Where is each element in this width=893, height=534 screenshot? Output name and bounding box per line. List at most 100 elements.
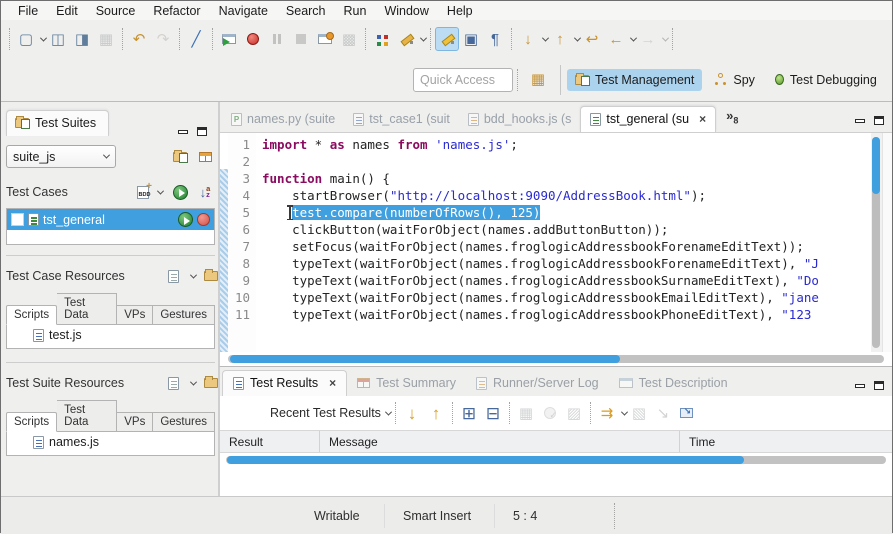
menu-help[interactable]: Help	[438, 3, 482, 19]
tab-vps[interactable]: VPs	[117, 305, 153, 325]
tab-scripts[interactable]: Scripts	[6, 305, 57, 325]
highlight-object-button[interactable]	[435, 27, 459, 51]
chevron-down-icon[interactable]	[190, 271, 197, 278]
menu-navigate[interactable]: Navigate	[210, 3, 277, 19]
close-icon[interactable]: ×	[329, 376, 336, 390]
jump-to-button[interactable]: ⇉	[595, 401, 619, 425]
chevron-down-icon[interactable]	[190, 378, 197, 385]
launch-aut-button[interactable]	[313, 27, 337, 51]
column-header-time[interactable]: Time	[680, 431, 892, 452]
object-map-button[interactable]	[370, 27, 394, 51]
results-tab-test-summary[interactable]: Test Summary	[347, 371, 466, 396]
last-edit-location-button[interactable]: ↩	[580, 27, 604, 51]
column-header-result[interactable]: Result	[220, 431, 320, 452]
new-test-suite-button[interactable]: ▢	[14, 27, 38, 51]
previous-annotation-button[interactable]: ↑	[548, 27, 572, 51]
new-resource-button[interactable]	[163, 373, 183, 393]
menu-edit[interactable]: Edit	[47, 3, 87, 19]
menu-run[interactable]: Run	[335, 3, 376, 19]
run-test-case-button[interactable]	[170, 182, 190, 202]
jump-to-icon: ⇉	[601, 406, 614, 421]
menu-file[interactable]: File	[9, 3, 47, 19]
tab-test-data[interactable]: Test Data	[57, 293, 117, 325]
stop-test-case-icon[interactable]	[197, 213, 210, 226]
code-line: clickButton(waitForObject(names.addButto…	[262, 221, 871, 238]
menu-source[interactable]: Source	[87, 3, 145, 19]
editor-tab-bdd_hooks.js[interactable]: bdd_hooks.js (s	[459, 107, 581, 132]
file-item[interactable]: names.js	[7, 432, 214, 452]
perspective-test-management[interactable]: Test Management	[567, 69, 702, 91]
maximize-view-icon[interactable]	[197, 127, 207, 136]
results-horizontal-scrollbar[interactable]	[220, 453, 892, 467]
code-token: "Do	[796, 273, 819, 288]
editor-horizontal-scrollbar[interactable]	[220, 352, 892, 366]
export-results-button: ▧	[627, 401, 651, 425]
minimize-view-icon[interactable]	[178, 130, 188, 134]
tab-test-data[interactable]: Test Data	[57, 400, 117, 432]
open-resource-folder-button[interactable]	[201, 266, 221, 286]
menu-search[interactable]: Search	[277, 3, 335, 19]
tab-vps[interactable]: VPs	[117, 412, 153, 432]
next-failure-button[interactable]: ↓	[400, 401, 424, 425]
import-resource-button[interactable]: ◨	[70, 27, 94, 51]
back-button[interactable]: ←	[604, 27, 628, 51]
perspective-test-debugging[interactable]: Test Debugging	[767, 69, 885, 91]
test-case-name: tst_general	[43, 213, 174, 227]
previous-failure-button[interactable]: ↑	[424, 401, 448, 425]
suite-selector[interactable]: suite_js	[6, 145, 116, 168]
minimize-view-icon[interactable]	[855, 119, 865, 123]
open-perspective-button[interactable]: ▦	[526, 68, 550, 92]
recent-results-dropdown[interactable]: Recent Test Results	[270, 406, 381, 420]
import-results-button[interactable]	[675, 401, 699, 425]
new-resource-button[interactable]	[163, 266, 183, 286]
expand-all-button[interactable]: ⊞	[457, 401, 481, 425]
record-test-case-button[interactable]	[241, 27, 265, 51]
minimize-view-icon[interactable]	[855, 384, 865, 388]
sort-test-cases-button[interactable]: ↓az	[195, 182, 215, 202]
tab-gestures[interactable]: Gestures	[153, 305, 215, 325]
maximize-view-icon[interactable]	[874, 116, 884, 125]
menu-refactor[interactable]: Refactor	[144, 3, 209, 19]
test-suites-view-tab[interactable]: Test Suites	[6, 110, 109, 136]
results-tab-test-results[interactable]: Test Results×	[222, 370, 347, 396]
next-annotation-button[interactable]: ↓	[516, 27, 540, 51]
chevron-down-icon[interactable]	[420, 34, 427, 41]
run-test-case-icon[interactable]	[178, 212, 193, 227]
column-header-message[interactable]: Message	[320, 431, 680, 452]
new-test-case-button[interactable]: ◫	[46, 27, 70, 51]
collapse-all-button[interactable]: ⊟	[481, 401, 505, 425]
close-icon[interactable]: ×	[699, 112, 706, 126]
test-case-row[interactable]: tst_general	[7, 209, 214, 230]
editor-tab-names.py[interactable]: Pnames.py (suite	[222, 107, 344, 132]
quick-access-input[interactable]	[413, 68, 513, 92]
menu-window[interactable]: Window	[375, 3, 437, 19]
statusbar-handle[interactable]	[614, 503, 615, 529]
results-tab-runner-server-log[interactable]: Runner/Server Log	[466, 371, 609, 396]
run-test-suite-button[interactable]	[217, 27, 241, 51]
results-tab-test-description[interactable]: Test Description	[609, 371, 738, 396]
show-whitespace-button[interactable]: ¶	[483, 27, 507, 51]
more-tabs-indicator[interactable]: »8	[726, 108, 738, 126]
editor-tab-tst_general[interactable]: tst_general (su×	[580, 106, 716, 132]
checkbox-icon[interactable]	[11, 213, 24, 226]
file-item[interactable]: test.js	[7, 325, 214, 345]
undo-button[interactable]: ↶	[127, 27, 151, 51]
code-editor[interactable]: import * as names from 'names.js'; funct…	[256, 133, 871, 352]
show-object-button[interactable]: ▣	[459, 27, 483, 51]
suite-settings-button[interactable]	[170, 147, 190, 167]
pick-cursor-button[interactable]: ╱	[184, 27, 208, 51]
file-name: test.js	[49, 328, 82, 342]
open-resource-folder-button[interactable]	[201, 373, 221, 393]
tab-gestures[interactable]: Gestures	[153, 412, 215, 432]
server-settings-button[interactable]	[195, 147, 215, 167]
editor-tab-tst_case1[interactable]: tst_case1 (suit	[344, 107, 459, 132]
chevron-down-icon[interactable]	[385, 408, 392, 415]
chevron-down-icon[interactable]	[157, 187, 164, 194]
maximize-view-icon[interactable]	[874, 381, 884, 390]
new-bdd-test-case-button[interactable]: BDD	[133, 182, 153, 202]
forward-button: →	[636, 27, 660, 51]
pick-object-button[interactable]	[394, 27, 418, 51]
tab-scripts[interactable]: Scripts	[6, 412, 57, 432]
perspective-spy[interactable]: Spy	[706, 69, 763, 91]
editor-vertical-scrollbar[interactable]	[871, 133, 882, 352]
